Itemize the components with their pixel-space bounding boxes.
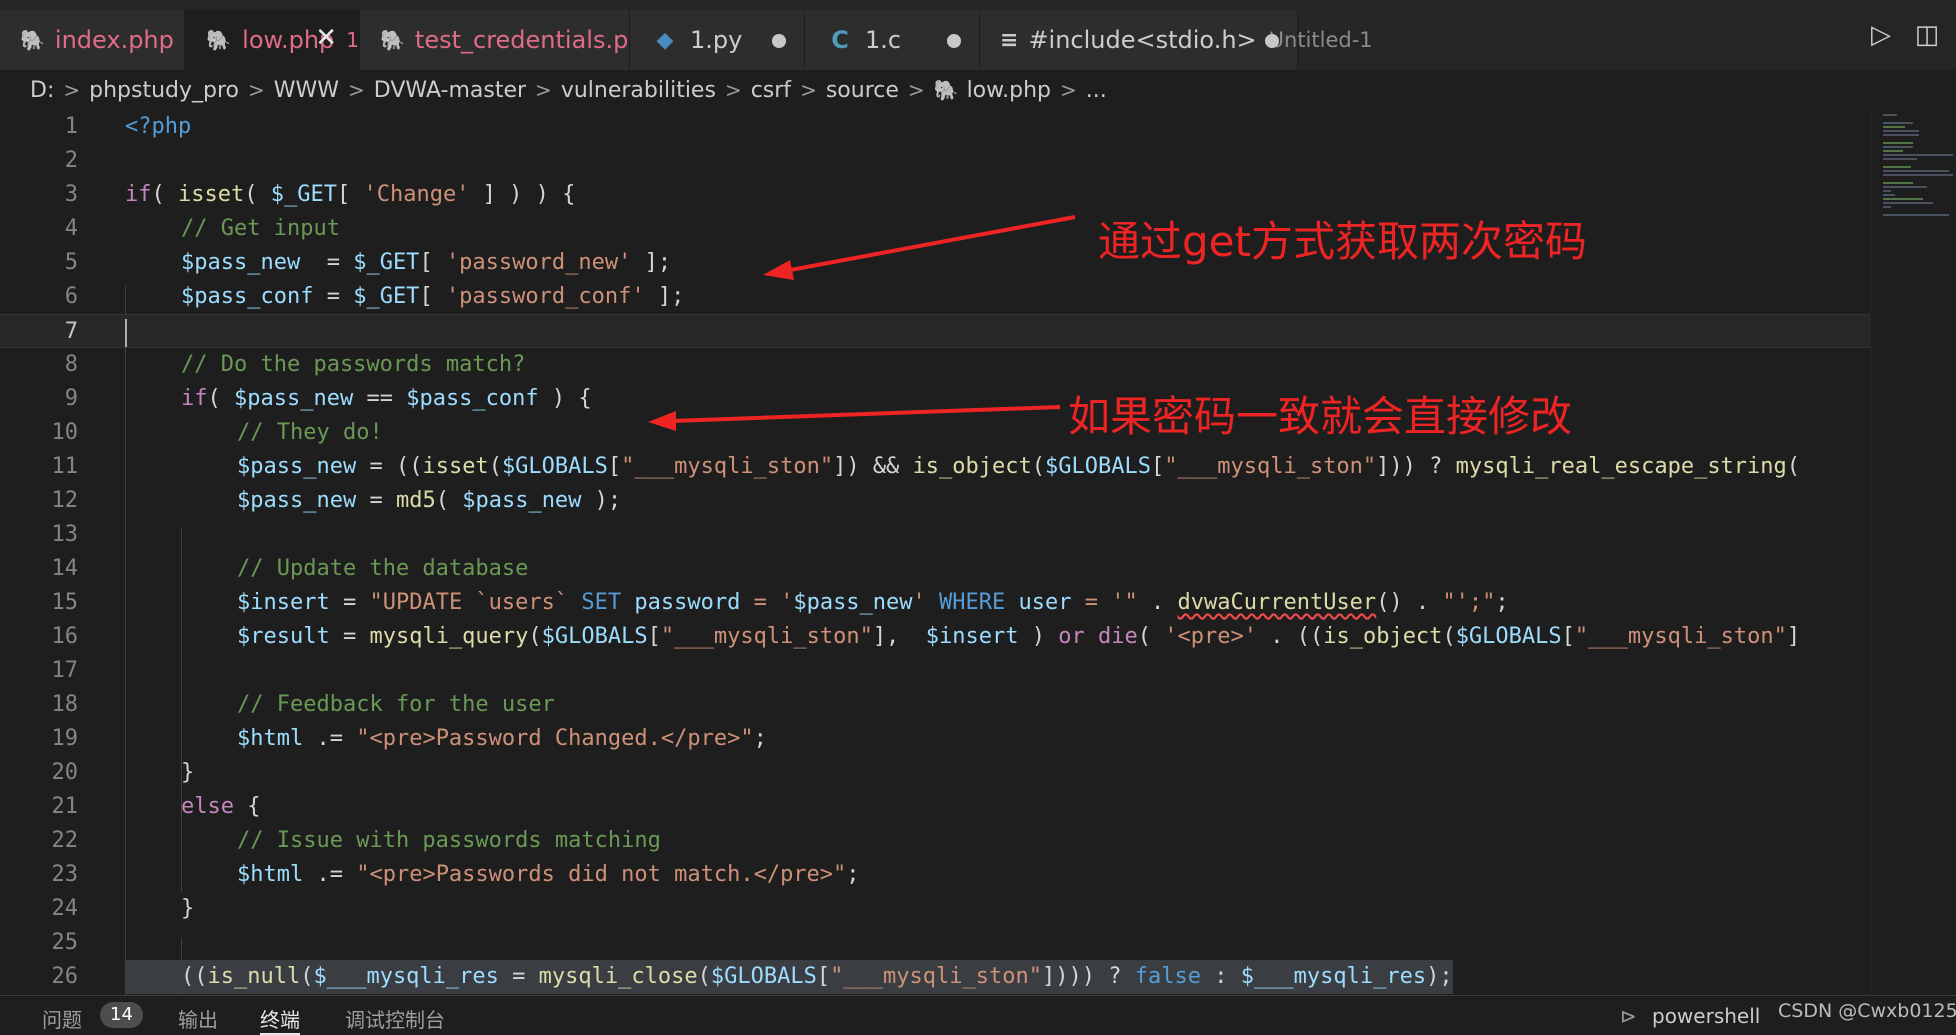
annotation-note: 如果密码一致就会直接修改 bbox=[1068, 392, 1573, 441]
panel-tab-bar: 问题 14 输出 终端 调试控制台 ⊳ powershell bbox=[0, 995, 1956, 1035]
annotation-arrow-1 bbox=[763, 215, 1076, 280]
problems-count-badge: 14 bbox=[100, 1002, 143, 1028]
terminal-shell-label[interactable]: powershell bbox=[1652, 1004, 1760, 1028]
watermark: CSDN @Cwxb0125 bbox=[1778, 1000, 1956, 1022]
annotation-arrows bbox=[648, 215, 1076, 431]
terminal-shell-icon[interactable]: ⊳ bbox=[1620, 1004, 1637, 1028]
tab-terminal[interactable]: 终端 bbox=[260, 1004, 300, 1035]
annotation-note: 通过get方式获取两次密码 bbox=[1098, 217, 1587, 266]
annotation-arrow-2 bbox=[648, 405, 1061, 431]
minimap[interactable] bbox=[1870, 110, 1956, 995]
